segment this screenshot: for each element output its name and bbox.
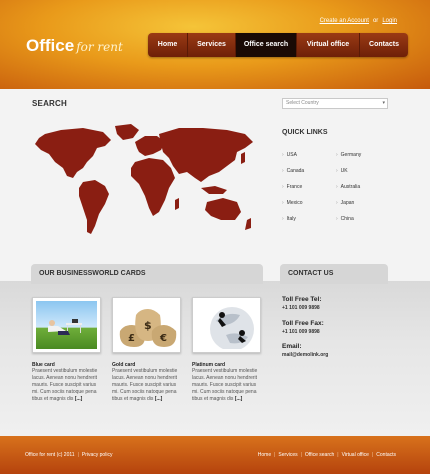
logo-word-office: Office — [26, 36, 75, 55]
footer-nav-services[interactable]: Services — [278, 452, 297, 458]
svg-text:$: $ — [144, 319, 152, 332]
globe-figures-icon — [210, 307, 254, 349]
logo[interactable]: Office for rent — [26, 36, 123, 56]
nav-services[interactable]: Services — [188, 33, 236, 57]
email-link[interactable]: mail@demolink.org — [282, 352, 328, 358]
copyright: Office for rent (c) 2011 | Privacy policy — [25, 452, 113, 458]
footer-nav-office-search[interactable]: Office search — [305, 452, 334, 458]
gold-card-image[interactable]: £ $ € — [112, 297, 181, 353]
bullet-icon: › — [336, 216, 338, 222]
bullet-icon: › — [282, 216, 284, 222]
bullet-icon: › — [282, 184, 284, 190]
create-account-link[interactable]: Create an Account — [320, 18, 369, 24]
platinum-card-image[interactable] — [192, 297, 261, 353]
quick-link-canada[interactable]: › Canada — [282, 168, 304, 174]
bullet-icon: › — [336, 152, 338, 158]
quick-link-france[interactable]: › France — [282, 184, 302, 190]
quick-link-italy[interactable]: › Italy — [282, 216, 296, 222]
toll-free-tel-label: Toll Free Tel: — [282, 296, 322, 303]
chevron-down-icon: ▾ — [382, 100, 385, 106]
bullet-icon: › — [282, 200, 284, 206]
toll-free-fax-label: Toll Free Fax: — [282, 320, 324, 327]
quick-link-australia[interactable]: › Australia — [336, 184, 360, 190]
quick-link-mexico[interactable]: › Mexico — [282, 200, 303, 206]
greenland-shape — [115, 124, 139, 140]
privacy-policy-link[interactable]: Privacy policy — [82, 452, 113, 458]
quick-links-title: QUICK LINKS — [282, 129, 328, 136]
japan-shape — [241, 152, 245, 164]
new-zealand-shape — [245, 218, 251, 230]
south-america-shape — [79, 180, 109, 234]
copyright-text: Office for rent (c) 2011 — [25, 452, 75, 458]
footer-nav: Home | Services | Office search | Virtual offi… — [257, 452, 396, 458]
bullet-icon: › — [282, 168, 284, 174]
footer-nav-home[interactable]: Home — [258, 452, 271, 458]
blue-card-more-link[interactable]: [...] — [75, 396, 83, 402]
or-text: or — [372, 18, 379, 24]
gold-card-more-link[interactable]: [...] — [155, 396, 163, 402]
blue-card-image[interactable] — [32, 297, 101, 353]
bullet-icon: › — [336, 168, 338, 174]
quick-link-usa[interactable]: › USA — [282, 152, 297, 158]
platinum-card-more-link[interactable]: [...] — [235, 396, 243, 402]
bullet-icon: › — [336, 184, 338, 190]
bullet-icon: › — [282, 152, 284, 158]
footer-nav-contacts[interactable]: Contacts — [376, 452, 396, 458]
toll-free-fax-value: +1 101 009 9898 — [282, 329, 320, 335]
quick-link-japan[interactable]: › Japan — [336, 200, 354, 206]
country-select[interactable]: Select Country ▾ — [282, 98, 388, 109]
bullet-icon: › — [336, 200, 338, 206]
platinum-card-text: Praesent vestibulum molestie lacus. Aene… — [192, 368, 258, 402]
svg-text:£: £ — [128, 333, 135, 344]
world-map[interactable] — [31, 122, 259, 240]
africa-shape — [131, 158, 175, 216]
businessman-on-field-icon — [48, 319, 82, 335]
contact-section-title: CONTACT US — [280, 264, 388, 284]
header: Create an Account or Login Office for rent … — [0, 0, 430, 89]
nav-contacts[interactable]: Contacts — [360, 33, 408, 57]
indonesia-shape — [201, 186, 227, 194]
logo-word-for-rent: for rent — [76, 40, 123, 54]
footer-nav-virtual-office[interactable]: Virtual office — [342, 452, 369, 458]
gold-card-text: Praesent vestibulum molestie lacus. Aene… — [112, 368, 178, 402]
search-title: SEARCH — [32, 99, 67, 108]
main-nav: Home Services Office search Virtual offi… — [148, 33, 408, 57]
quick-link-uk[interactable]: › UK — [336, 168, 348, 174]
north-america-shape — [35, 128, 111, 178]
cards-section-title: OUR BUSINESSWORLD CARDS — [31, 264, 263, 284]
australia-shape — [205, 198, 241, 220]
money-bags-icon: £ $ € — [119, 309, 177, 347]
madagascar-shape — [175, 198, 179, 210]
quick-link-germany[interactable]: › Germany — [336, 152, 361, 158]
country-select-placeholder: Select Country — [286, 100, 319, 106]
footer: Office for rent (c) 2011 | Privacy policy … — [0, 436, 430, 474]
login-link[interactable]: Login — [382, 18, 397, 24]
blue-card-text: Praesent vestibulum molestie lacus. Aene… — [32, 368, 98, 402]
account-links: Create an Account or Login — [320, 18, 397, 24]
email-label: Email: — [282, 343, 302, 350]
toll-free-tel-value: +1 101 009 9898 — [282, 305, 320, 311]
nav-office-search[interactable]: Office search — [236, 33, 297, 57]
svg-text:€: € — [159, 333, 167, 344]
nav-virtual-office[interactable]: Virtual office — [297, 33, 360, 57]
nav-home[interactable]: Home — [148, 33, 188, 57]
quick-link-china[interactable]: › China — [336, 216, 354, 222]
